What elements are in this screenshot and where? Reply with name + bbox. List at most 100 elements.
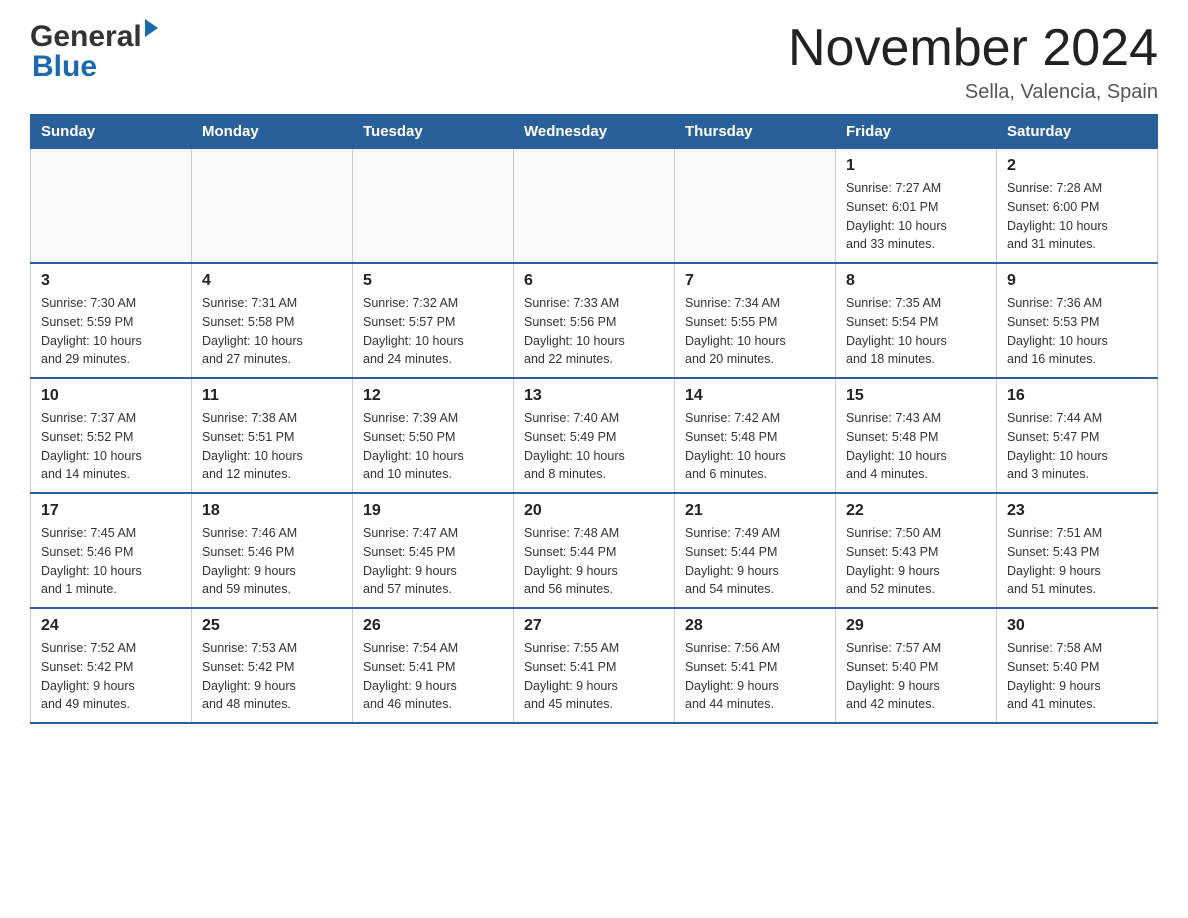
day-number: 14 <box>685 387 825 405</box>
day-info: Sunrise: 7:36 AM Sunset: 5:53 PM Dayligh… <box>1007 294 1147 369</box>
calendar-table: SundayMondayTuesdayWednesdayThursdayFrid… <box>30 114 1158 724</box>
calendar-cell: 20 Sunrise: 7:48 AM Sunset: 5:44 PM Dayli… <box>514 493 675 608</box>
calendar-cell: 19 Sunrise: 7:47 AM Sunset: 5:45 PM Dayli… <box>353 493 514 608</box>
calendar-cell: 29 Sunrise: 7:57 AM Sunset: 5:40 PM Dayli… <box>836 608 997 723</box>
day-number: 7 <box>685 272 825 290</box>
weekday-header-sunday: Sunday <box>31 115 192 149</box>
calendar-cell <box>675 149 836 264</box>
calendar-cell: 7Sunrise: 7:34 AM Sunset: 5:55 PM Daylig… <box>675 263 836 378</box>
day-number: 24 <box>41 617 181 635</box>
calendar-cell: 11Sunrise: 7:38 AM Sunset: 5:51 PM Dayli… <box>192 378 353 493</box>
week-row-2: 3 Sunrise: 7:30 AM Sunset: 5:59 PM Daylig… <box>31 263 1158 378</box>
day-number: 15 <box>846 387 986 405</box>
calendar-cell: 26 Sunrise: 7:54 AM Sunset: 5:41 PM Dayli… <box>353 608 514 723</box>
day-number: 4 <box>202 272 342 290</box>
day-info: Sunrise: 7:33 AM Sunset: 5:56 PM Dayligh… <box>524 294 664 369</box>
day-info: Sunrise: 7:37 AM Sunset: 5:52 PM Dayligh… <box>41 409 181 484</box>
calendar-cell: 1 Sunrise: 7:27 AM Sunset: 6:01 PM Daylig… <box>836 149 997 264</box>
day-info: Sunrise: 7:45 AM Sunset: 5:46 PM Dayligh… <box>41 524 181 599</box>
day-number: 1 <box>846 157 986 175</box>
day-number: 25 <box>202 617 342 635</box>
calendar-cell: 30Sunrise: 7:58 AM Sunset: 5:40 PM Dayli… <box>997 608 1158 723</box>
calendar-cell <box>31 149 192 264</box>
weekday-header-wednesday: Wednesday <box>514 115 675 149</box>
day-info: Sunrise: 7:27 AM Sunset: 6:01 PM Dayligh… <box>846 179 986 254</box>
day-info: Sunrise: 7:32 AM Sunset: 5:57 PM Dayligh… <box>363 294 503 369</box>
calendar-cell: 13 Sunrise: 7:40 AM Sunset: 5:49 PM Dayli… <box>514 378 675 493</box>
week-row-5: 24 Sunrise: 7:52 AM Sunset: 5:42 PM Dayli… <box>31 608 1158 723</box>
calendar-cell: 23 Sunrise: 7:51 AM Sunset: 5:43 PM Dayli… <box>997 493 1158 608</box>
page-header: General Blue November 2024 Sella, Valenc… <box>30 20 1158 104</box>
day-info: Sunrise: 7:48 AM Sunset: 5:44 PM Dayligh… <box>524 524 664 599</box>
weekday-header-tuesday: Tuesday <box>353 115 514 149</box>
logo: General Blue <box>30 20 158 84</box>
calendar-cell: 21 Sunrise: 7:49 AM Sunset: 5:44 PM Dayli… <box>675 493 836 608</box>
calendar-cell: 2 Sunrise: 7:28 AM Sunset: 6:00 PM Daylig… <box>997 149 1158 264</box>
day-info: Sunrise: 7:51 AM Sunset: 5:43 PM Dayligh… <box>1007 524 1147 599</box>
day-info: Sunrise: 7:50 AM Sunset: 5:43 PM Dayligh… <box>846 524 986 599</box>
weekday-header-thursday: Thursday <box>675 115 836 149</box>
day-number: 22 <box>846 502 986 520</box>
calendar-cell: 9 Sunrise: 7:36 AM Sunset: 5:53 PM Daylig… <box>997 263 1158 378</box>
day-number: 23 <box>1007 502 1147 520</box>
day-number: 13 <box>524 387 664 405</box>
day-number: 26 <box>363 617 503 635</box>
calendar-cell <box>192 149 353 264</box>
day-info: Sunrise: 7:58 AM Sunset: 5:40 PM Dayligh… <box>1007 639 1147 714</box>
day-info: Sunrise: 7:52 AM Sunset: 5:42 PM Dayligh… <box>41 639 181 714</box>
location: Sella, Valencia, Spain <box>788 81 1158 104</box>
calendar-cell: 28Sunrise: 7:56 AM Sunset: 5:41 PM Dayli… <box>675 608 836 723</box>
day-info: Sunrise: 7:31 AM Sunset: 5:58 PM Dayligh… <box>202 294 342 369</box>
day-info: Sunrise: 7:28 AM Sunset: 6:00 PM Dayligh… <box>1007 179 1147 254</box>
calendar-cell: 27 Sunrise: 7:55 AM Sunset: 5:41 PM Dayli… <box>514 608 675 723</box>
day-number: 16 <box>1007 387 1147 405</box>
weekday-header-friday: Friday <box>836 115 997 149</box>
day-number: 27 <box>524 617 664 635</box>
calendar-cell: 17Sunrise: 7:45 AM Sunset: 5:46 PM Dayli… <box>31 493 192 608</box>
day-info: Sunrise: 7:30 AM Sunset: 5:59 PM Dayligh… <box>41 294 181 369</box>
day-number: 8 <box>846 272 986 290</box>
day-number: 18 <box>202 502 342 520</box>
day-number: 19 <box>363 502 503 520</box>
calendar-cell: 5 Sunrise: 7:32 AM Sunset: 5:57 PM Daylig… <box>353 263 514 378</box>
day-info: Sunrise: 7:44 AM Sunset: 5:47 PM Dayligh… <box>1007 409 1147 484</box>
day-number: 3 <box>41 272 181 290</box>
day-number: 28 <box>685 617 825 635</box>
calendar-cell: 15Sunrise: 7:43 AM Sunset: 5:48 PM Dayli… <box>836 378 997 493</box>
day-number: 5 <box>363 272 503 290</box>
day-number: 21 <box>685 502 825 520</box>
day-info: Sunrise: 7:57 AM Sunset: 5:40 PM Dayligh… <box>846 639 986 714</box>
day-number: 2 <box>1007 157 1147 175</box>
week-row-3: 10 Sunrise: 7:37 AM Sunset: 5:52 PM Dayli… <box>31 378 1158 493</box>
day-info: Sunrise: 7:39 AM Sunset: 5:50 PM Dayligh… <box>363 409 503 484</box>
calendar-cell: 3 Sunrise: 7:30 AM Sunset: 5:59 PM Daylig… <box>31 263 192 378</box>
day-info: Sunrise: 7:47 AM Sunset: 5:45 PM Dayligh… <box>363 524 503 599</box>
calendar-cell: 10 Sunrise: 7:37 AM Sunset: 5:52 PM Dayli… <box>31 378 192 493</box>
calendar-cell <box>514 149 675 264</box>
day-number: 6 <box>524 272 664 290</box>
day-number: 10 <box>41 387 181 405</box>
day-number: 9 <box>1007 272 1147 290</box>
weekday-header-row: SundayMondayTuesdayWednesdayThursdayFrid… <box>31 115 1158 149</box>
weekday-header-saturday: Saturday <box>997 115 1158 149</box>
week-row-4: 17Sunrise: 7:45 AM Sunset: 5:46 PM Dayli… <box>31 493 1158 608</box>
day-info: Sunrise: 7:53 AM Sunset: 5:42 PM Dayligh… <box>202 639 342 714</box>
calendar-cell: 14Sunrise: 7:42 AM Sunset: 5:48 PM Dayli… <box>675 378 836 493</box>
calendar-cell: 25 Sunrise: 7:53 AM Sunset: 5:42 PM Dayli… <box>192 608 353 723</box>
day-number: 29 <box>846 617 986 635</box>
day-info: Sunrise: 7:35 AM Sunset: 5:54 PM Dayligh… <box>846 294 986 369</box>
day-info: Sunrise: 7:40 AM Sunset: 5:49 PM Dayligh… <box>524 409 664 484</box>
calendar-cell: 16 Sunrise: 7:44 AM Sunset: 5:47 PM Dayli… <box>997 378 1158 493</box>
calendar-cell: 22 Sunrise: 7:50 AM Sunset: 5:43 PM Dayli… <box>836 493 997 608</box>
day-info: Sunrise: 7:38 AM Sunset: 5:51 PM Dayligh… <box>202 409 342 484</box>
day-info: Sunrise: 7:54 AM Sunset: 5:41 PM Dayligh… <box>363 639 503 714</box>
day-number: 20 <box>524 502 664 520</box>
day-info: Sunrise: 7:55 AM Sunset: 5:41 PM Dayligh… <box>524 639 664 714</box>
month-title: November 2024 <box>788 20 1158 77</box>
calendar-cell: 4 Sunrise: 7:31 AM Sunset: 5:58 PM Daylig… <box>192 263 353 378</box>
day-number: 12 <box>363 387 503 405</box>
calendar-cell: 12 Sunrise: 7:39 AM Sunset: 5:50 PM Dayli… <box>353 378 514 493</box>
day-info: Sunrise: 7:49 AM Sunset: 5:44 PM Dayligh… <box>685 524 825 599</box>
calendar-cell: 6 Sunrise: 7:33 AM Sunset: 5:56 PM Daylig… <box>514 263 675 378</box>
calendar-cell <box>353 149 514 264</box>
